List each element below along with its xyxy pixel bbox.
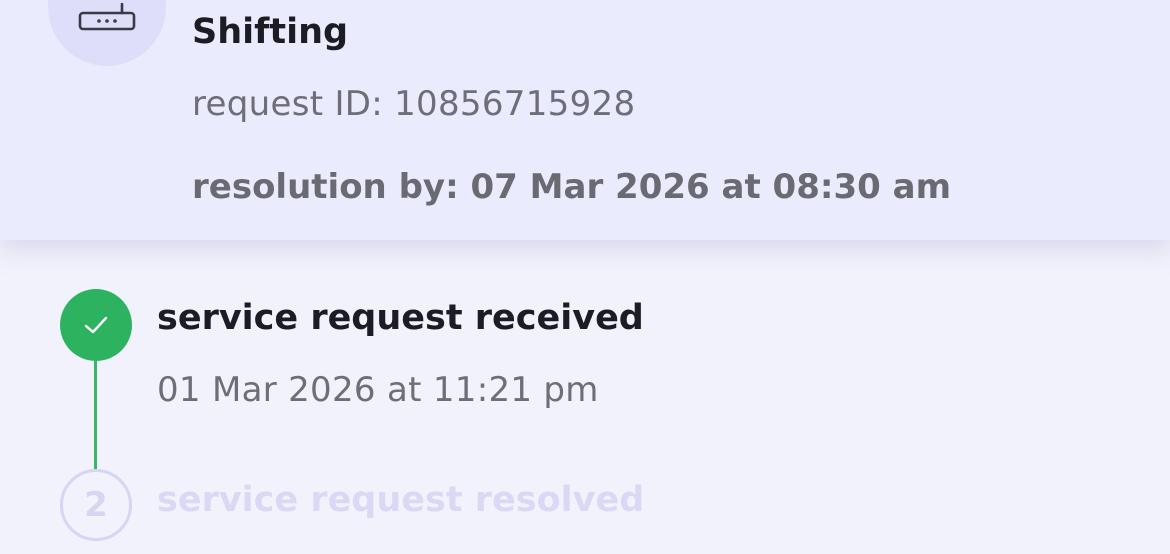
service-request-card: Shifting request ID: 10856715928 resolut… bbox=[0, 0, 1170, 240]
step-1-timestamp: 01 Mar 2026 at 11:21 pm bbox=[157, 370, 599, 410]
device-icon-circle bbox=[48, 0, 166, 66]
resolution-date: resolution by: 07 Mar 2026 at 08:30 am bbox=[192, 167, 951, 207]
step-2-title: service request resolved bbox=[157, 480, 645, 520]
router-icon bbox=[78, 3, 136, 31]
step-1-completed-badge bbox=[60, 289, 132, 361]
step-2-number-badge: 2 bbox=[60, 469, 132, 541]
checkmark-icon bbox=[84, 316, 108, 334]
status-timeline: service request received 01 Mar 2026 at … bbox=[0, 240, 1170, 554]
timeline-connector bbox=[94, 361, 97, 469]
step-1-title: service request received bbox=[157, 298, 644, 338]
request-id: request ID: 10856715928 bbox=[192, 84, 636, 124]
request-title: Shifting bbox=[192, 12, 349, 52]
